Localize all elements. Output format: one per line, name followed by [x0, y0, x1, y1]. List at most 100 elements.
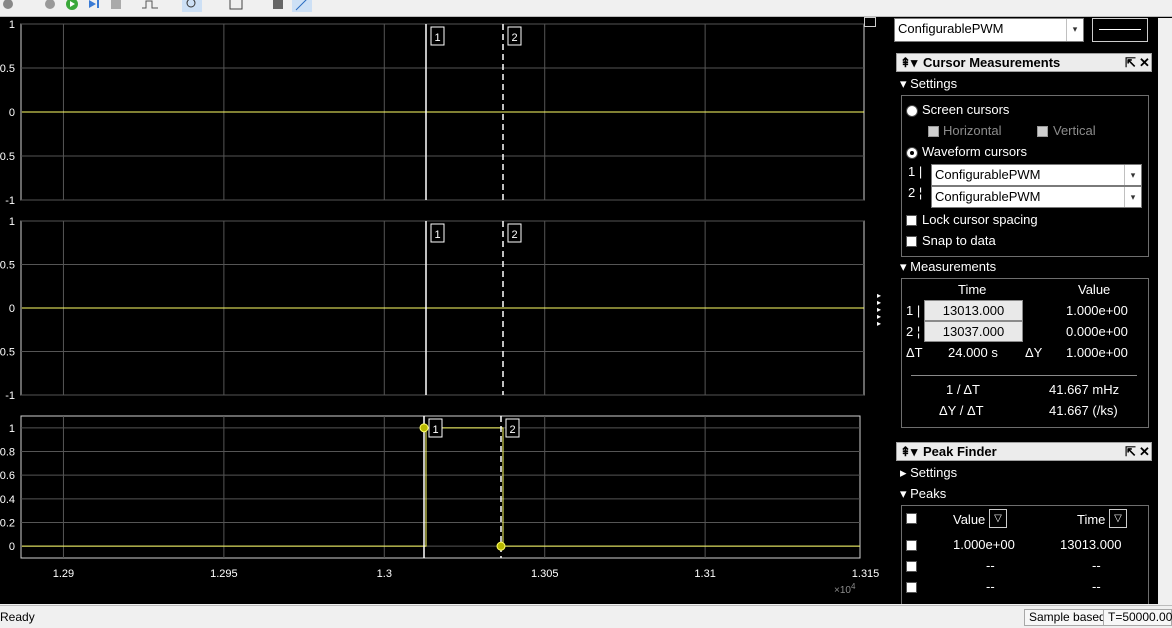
measurements-label: Measurements [910, 259, 997, 274]
x-tick-label: 1.315 [852, 568, 880, 580]
y-tick-label: 0 [9, 303, 15, 315]
close-icon[interactable]: ✕ [1139, 443, 1150, 460]
horizontal-checkbox[interactable] [928, 126, 939, 137]
zoom-icon[interactable] [182, 0, 202, 12]
undock-icon[interactable]: ⇱ [1125, 443, 1136, 460]
x-tick-label: 1.3 [377, 568, 392, 580]
legend-icon[interactable] [270, 0, 286, 12]
stop-icon[interactable] [108, 0, 124, 12]
screen-cursors-radio[interactable] [906, 105, 918, 117]
cursor2-value: 0.000e+00 [1066, 324, 1128, 339]
trigger-icon[interactable] [140, 0, 158, 12]
cursor1-time-field[interactable]: 13013.000 [924, 300, 1023, 321]
cursor-label: 1 [434, 32, 440, 44]
peak-value: -- [986, 558, 995, 573]
close-icon[interactable]: ✕ [1139, 54, 1150, 71]
cursor-measurements-header[interactable]: ⇞▾ Cursor Measurements ⇱ ✕ [896, 53, 1152, 72]
y-tick-label: 1 [9, 19, 15, 31]
settings-label: Settings [910, 76, 958, 91]
chevron-down-icon: ▾ [1124, 187, 1141, 207]
cursor2-signal-value: ConfigurablePWM [935, 189, 1041, 204]
cursor-label: 2 [511, 229, 517, 241]
cursor1-index: 1 | [908, 164, 923, 179]
sample-mode-field: Sample based [1024, 609, 1111, 626]
y-tick-label: 0.5 [0, 151, 15, 163]
y-tick-label: 0.5 [0, 260, 15, 272]
run-icon[interactable] [64, 0, 80, 12]
peak-time: 13013.000 [1060, 537, 1122, 552]
chevron-down-icon: ▾ [1124, 165, 1141, 185]
toolbar [0, 0, 1172, 17]
status-text: Ready [0, 610, 35, 624]
undock-icon[interactable]: ⇱ [1125, 54, 1136, 71]
y-tick-label: -1 [5, 390, 15, 402]
peak-row-checkbox[interactable] [906, 540, 917, 551]
lock-spacing-label: Lock cursor spacing [922, 212, 1038, 227]
vertical-checkbox[interactable] [1037, 126, 1048, 137]
sim-time-field: T=50000.000 [1103, 609, 1172, 626]
inverse-delta-t-value: 41.667 mHz [1049, 382, 1120, 397]
peak-row-checkbox[interactable] [906, 561, 917, 572]
inverse-delta-t-label: 1 / ΔT [946, 382, 980, 397]
peak-time-col-header: Time [1077, 512, 1106, 527]
cursor-label: 2 [509, 424, 515, 436]
y-tick-label: 0.4 [0, 494, 15, 506]
snap-to-data-label: Snap to data [922, 233, 996, 248]
settings-section-toggle[interactable]: ▾ Settings [900, 76, 957, 92]
peak-time: -- [1092, 558, 1101, 573]
scope-plot-area: 1 0.5 0 0.5 -1 1 2 1 0.5 0 0.5 -1 1 2 1 0.8 0.6 0.4 0.2 0 1 2… [0, 17, 892, 604]
measurements-section-toggle[interactable]: ▾ Measurements [900, 259, 996, 275]
slope-value: 41.667 (/ks) [1049, 403, 1118, 418]
line-style-preview[interactable] [1092, 18, 1148, 42]
chevron-down-icon: ▾ [1066, 19, 1083, 41]
configure-icon[interactable] [42, 0, 58, 12]
peak-finder-title: Peak Finder [923, 444, 997, 459]
zoom-axes-icon[interactable] [228, 0, 244, 12]
line-sample [1099, 29, 1141, 30]
peaks-section-toggle[interactable]: ▾ Peaks [900, 486, 946, 502]
signal-select-value: ConfigurablePWM [898, 21, 1004, 36]
cursor-label: 2 [511, 32, 517, 44]
signal-select[interactable]: ConfigurablePWM ▾ [894, 18, 1084, 42]
y-tick-label: 1 [9, 216, 15, 228]
undock-icon[interactable] [864, 17, 876, 27]
y-tick-label: 0 [9, 541, 15, 553]
pin-icon[interactable]: ⇞▾ [900, 54, 917, 71]
y-tick-label: -1 [5, 195, 15, 207]
peak-row-checkbox[interactable] [906, 582, 917, 593]
value-col-header: Value [1078, 282, 1111, 297]
cursor1-signal-select[interactable]: ConfigurablePWM ▾ [931, 164, 1142, 186]
snap-to-data-checkbox[interactable] [906, 236, 917, 247]
collapse-panel-icon[interactable]: ▸ ▸ ▸ ▸ ▸ [877, 292, 881, 328]
select-all-peaks-checkbox[interactable] [906, 513, 917, 524]
slope-label: ΔY / ΔT [939, 403, 984, 418]
time-sort-icon[interactable]: ▽ [1109, 509, 1127, 528]
settings-icon[interactable] [0, 0, 16, 12]
pin-icon[interactable]: ⇞▾ [900, 443, 917, 460]
peak-value-col-header: Value [953, 512, 986, 527]
peaks-label: Peaks [910, 486, 947, 501]
cursor1-value: 1.000e+00 [1066, 303, 1128, 318]
y-tick-label: 0 [9, 107, 15, 119]
cursor2-index: 2 ¦ [908, 185, 923, 200]
value-sort-icon[interactable]: ▽ [989, 509, 1007, 528]
peak-settings-toggle[interactable]: ▸ Settings [900, 465, 957, 481]
cursor2-time-field[interactable]: 13037.000 [924, 321, 1023, 342]
delta-t-value: 24.000 s [948, 345, 998, 360]
delta-y-label: ΔY [1025, 345, 1043, 360]
scrollbar[interactable] [1158, 18, 1172, 604]
y-tick-label: 1 [9, 423, 15, 435]
step-forward-icon[interactable] [86, 0, 102, 12]
status-bar: Ready Sample based T=50000.000 [0, 605, 1172, 628]
x-exponent-power: 4 [851, 582, 856, 591]
screen-cursors-label: Screen cursors [922, 102, 1010, 117]
cursor2-signal-select[interactable]: ConfigurablePWM ▾ [931, 186, 1142, 208]
cursor1-signal-value: ConfigurablePWM [935, 167, 1041, 182]
peak-finder-header[interactable]: ⇞▾ Peak Finder ⇱ ✕ [896, 442, 1152, 461]
cursor-measure-icon[interactable] [292, 0, 312, 12]
y-tick-label: 0.5 [0, 347, 15, 359]
row1-index: 1 | [906, 303, 921, 318]
waveform-cursors-radio[interactable] [906, 147, 918, 159]
cursor-label: 1 [432, 424, 438, 436]
lock-spacing-checkbox[interactable] [906, 215, 917, 226]
